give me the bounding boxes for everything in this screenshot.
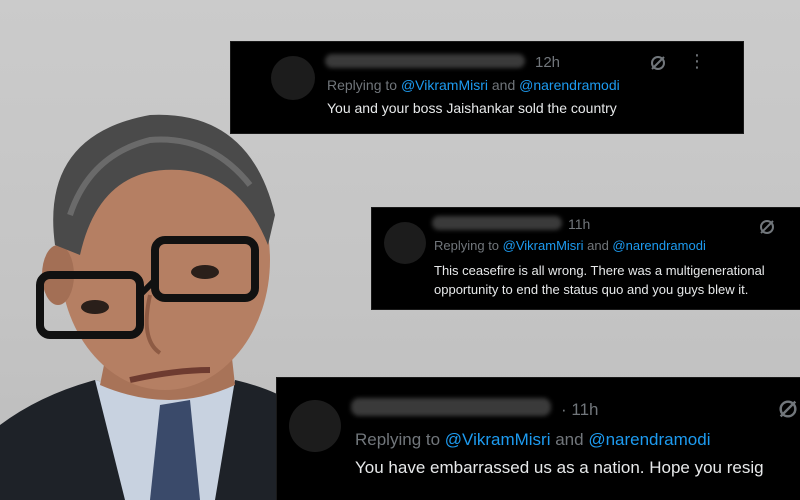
reply-and: and <box>488 77 520 93</box>
reply-label: Replying to <box>327 77 401 93</box>
reply-context: Replying to @VikramMisri and @narendramo… <box>327 77 620 93</box>
reply-and: and <box>583 238 613 253</box>
mention-link[interactable]: @VikramMisri <box>503 238 584 253</box>
tweet-card[interactable]: 11h ⋮ Replying to @VikramMisri and @nare… <box>372 208 800 309</box>
mention-link[interactable]: @narendramodi <box>612 238 705 253</box>
avatar[interactable] <box>384 222 426 264</box>
reply-context: Replying to @VikramMisri and @narendramo… <box>434 238 706 253</box>
tweet-time: · 11h <box>561 400 599 419</box>
tweet-card[interactable]: · 11h Replying to @VikramMisri and @nare… <box>277 378 800 500</box>
blurred-username <box>432 216 562 230</box>
tweet-time: 12h <box>535 54 561 71</box>
blurred-username <box>325 54 525 68</box>
mention-link[interactable]: @narendramodi <box>588 430 710 449</box>
reply-label: Replying to <box>355 430 445 449</box>
tweet-text-line: opportunity to end the status quo and yo… <box>434 282 749 297</box>
tweet-card[interactable]: 12h ⋮ Replying to @VikramMisri and @nare… <box>231 42 743 133</box>
grok-icon[interactable] <box>758 218 776 236</box>
grok-icon[interactable] <box>649 54 667 72</box>
mention-link[interactable]: @VikramMisri <box>445 430 551 449</box>
avatar[interactable] <box>289 400 341 452</box>
tweet-time: 11h <box>568 216 591 232</box>
avatar[interactable] <box>271 56 315 100</box>
mention-link[interactable]: @narendramodi <box>519 77 620 93</box>
blurred-username <box>351 398 551 416</box>
tweet-text: This ceasefire is all wrong. There was a… <box>434 261 765 299</box>
more-icon[interactable]: ⋮ <box>688 51 706 72</box>
reply-context: Replying to @VikramMisri and @narendramo… <box>355 430 710 450</box>
grok-icon[interactable] <box>777 398 799 420</box>
tweet-text-line: This ceasefire is all wrong. There was a… <box>434 263 765 278</box>
tweet-text: You and your boss Jaishankar sold the co… <box>327 100 617 116</box>
reply-and: and <box>550 430 589 449</box>
reply-label: Replying to <box>434 238 503 253</box>
more-icon[interactable]: ⋮ <box>792 214 800 235</box>
mention-link[interactable]: @VikramMisri <box>401 77 488 93</box>
tweet-text: You have embarrassed us as a nation. Hop… <box>355 458 764 477</box>
